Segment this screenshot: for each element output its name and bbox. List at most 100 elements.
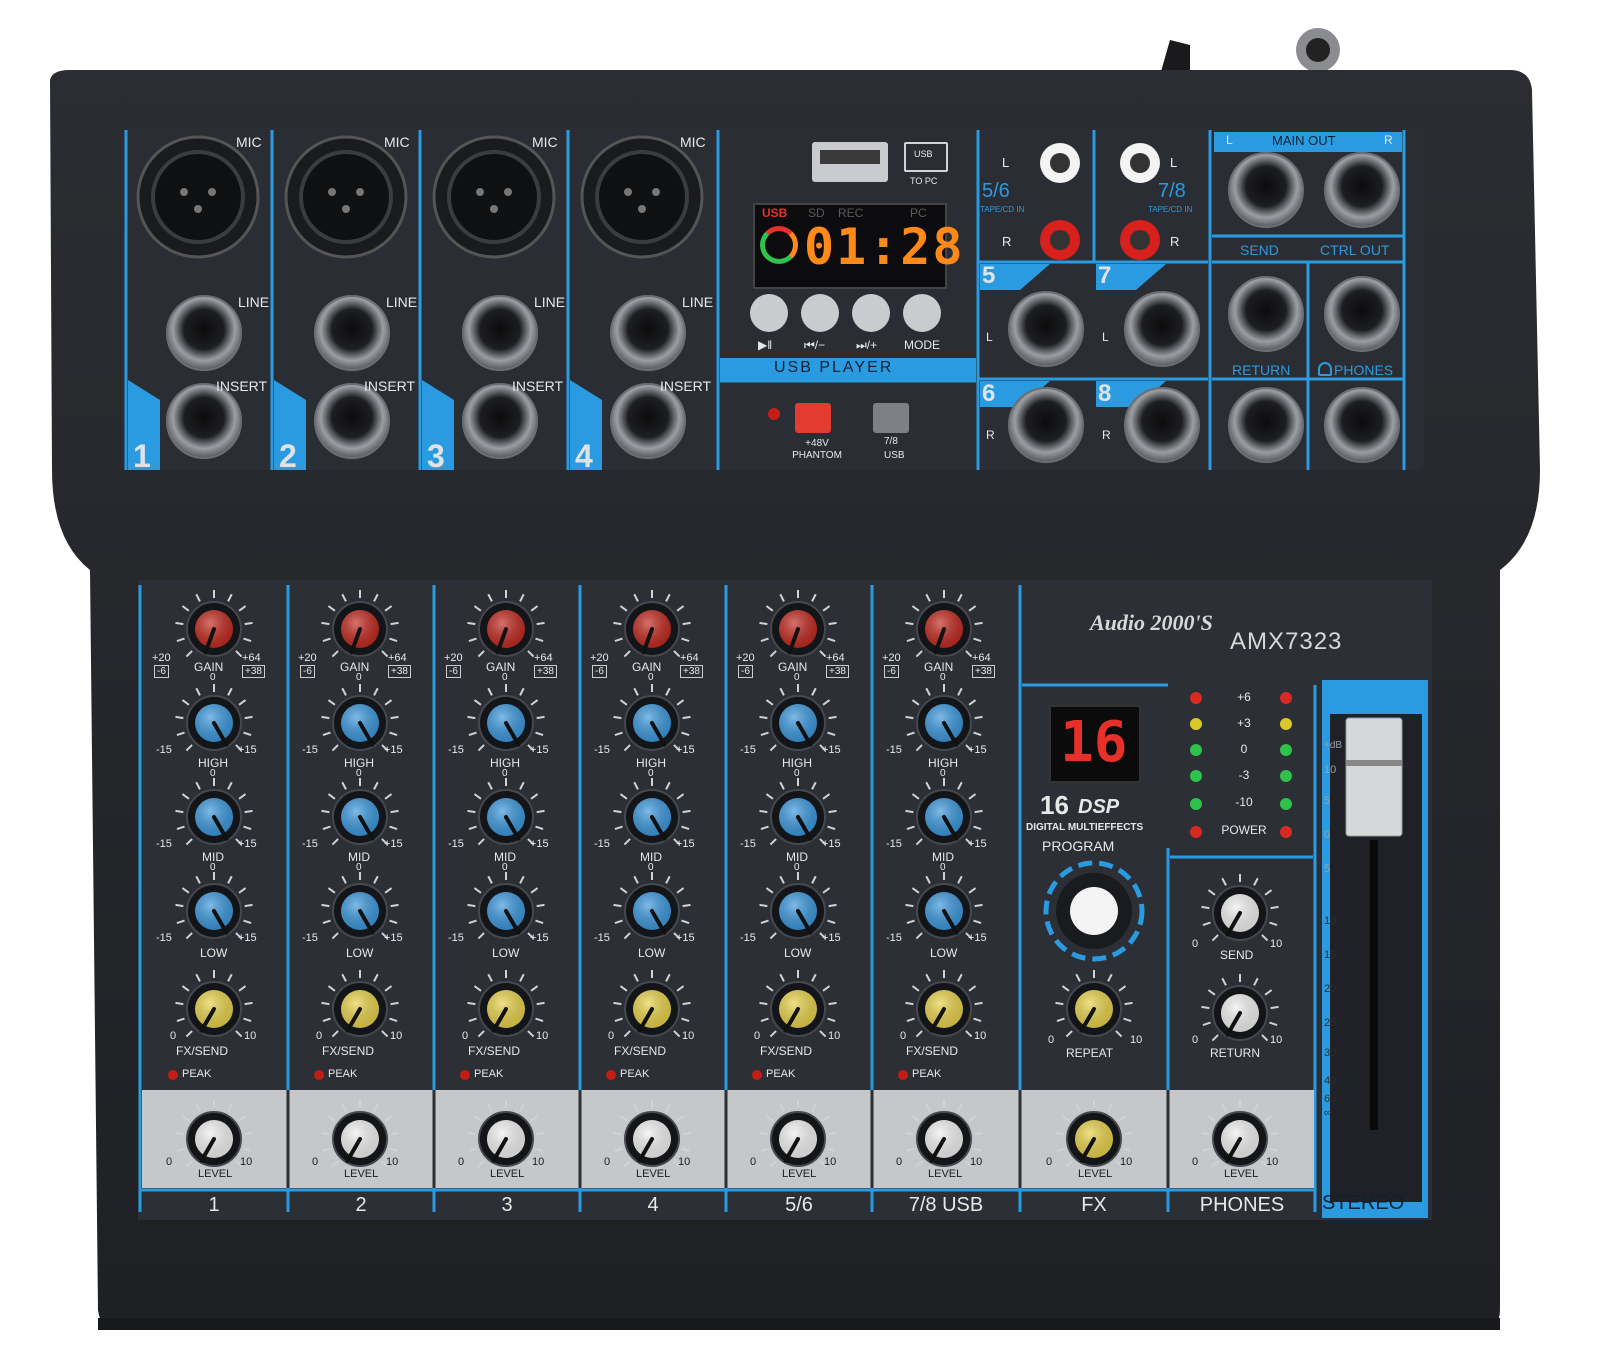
mid-eq-knob[interactable] xyxy=(759,778,837,846)
ch3-number: 3 xyxy=(427,438,445,474)
low-eq-knob[interactable] xyxy=(613,872,691,940)
source-select-switch[interactable] xyxy=(873,403,909,433)
next-label: ⏭/+ xyxy=(856,338,878,352)
high-eq-knob[interactable] xyxy=(905,684,983,752)
mid-max-label: +15 xyxy=(238,838,257,850)
high-min-label: -15 xyxy=(448,744,464,756)
fx-send-label: FX/SEND xyxy=(906,1044,959,1058)
high-eq-knob[interactable] xyxy=(759,684,837,752)
phantom-power-switch[interactable] xyxy=(795,403,831,433)
mid-eq-knob[interactable] xyxy=(175,778,253,846)
fader-scale-mark: ∞ xyxy=(1324,1107,1332,1119)
stereo-78-r-label: R xyxy=(1102,428,1111,442)
previous-button[interactable] xyxy=(801,294,839,332)
low-eq-knob[interactable] xyxy=(175,872,253,940)
gain-max-label: +64 xyxy=(680,652,699,664)
mid-zero-label: 0 xyxy=(794,768,800,779)
fx-send-knob[interactable] xyxy=(321,970,399,1038)
gain-max-label: +64 xyxy=(388,652,407,664)
fx-return-master-knob[interactable] xyxy=(1201,974,1279,1042)
play-pause-button[interactable] xyxy=(750,294,788,332)
fx-send-knob[interactable] xyxy=(613,970,691,1038)
gain-max-pad-label: +38 xyxy=(242,665,265,678)
gain-knob[interactable] xyxy=(613,590,691,658)
gain-min-label: +20 xyxy=(444,652,463,664)
high-eq-knob[interactable] xyxy=(321,684,399,752)
return-max: 10 xyxy=(1270,1034,1283,1046)
tape-56-label: 5/6 xyxy=(982,180,1010,202)
mid-zero-label: 0 xyxy=(940,768,946,779)
mid-max-label: +15 xyxy=(530,838,549,850)
gain-knob[interactable] xyxy=(905,590,983,658)
mode-label: MODE xyxy=(904,338,940,352)
gain-label: GAIN xyxy=(778,660,808,674)
level-label: LEVEL xyxy=(344,1168,379,1180)
fx-send-master-knob[interactable] xyxy=(1201,874,1279,942)
fader-scale-mark: +dB xyxy=(1324,740,1343,751)
mid-eq-knob[interactable] xyxy=(321,778,399,846)
to-pc-label: TO PC xyxy=(910,176,938,186)
fx-send-knob[interactable] xyxy=(905,970,983,1038)
gain-zero-label: 0 xyxy=(648,672,654,683)
low-min-label: -15 xyxy=(886,932,902,944)
ch2-insert-label: INSERT xyxy=(364,378,416,394)
mid-eq-knob[interactable] xyxy=(467,778,545,846)
low-eq-knob[interactable] xyxy=(759,872,837,940)
previous-label: ⏮/− xyxy=(804,338,826,352)
fx-send-label: FX/SEND xyxy=(468,1044,521,1058)
peak-label: PEAK xyxy=(912,1068,942,1080)
mid-min-label: -15 xyxy=(886,838,902,850)
low-max-label: +15 xyxy=(238,932,257,944)
mode-button[interactable] xyxy=(903,294,941,332)
fader-scale-mark: 5 xyxy=(1324,795,1331,807)
channel-label: PHONES xyxy=(1199,1194,1285,1216)
tape-left-r-label: R xyxy=(1002,234,1012,249)
gain-knob[interactable] xyxy=(175,590,253,658)
dsp-description: DIGITAL MULTIEFFECTS xyxy=(1026,822,1144,833)
phantom-label: +48V PHANTOM xyxy=(792,438,842,461)
return-min: 0 xyxy=(1192,1034,1199,1046)
high-eq-knob[interactable] xyxy=(175,684,253,752)
channel-label: 5/6 xyxy=(785,1194,813,1216)
low-eq-knob[interactable] xyxy=(467,872,545,940)
fx-level-label: LEVEL xyxy=(1078,1168,1113,1180)
fx-send-knob[interactable] xyxy=(759,970,837,1038)
fx-send-label: FX/SEND xyxy=(322,1044,375,1058)
gain-knob[interactable] xyxy=(759,590,837,658)
fx-send-knob[interactable] xyxy=(467,970,545,1038)
ch4-mic-label: MIC xyxy=(680,134,706,150)
high-eq-knob[interactable] xyxy=(467,684,545,752)
low-max-label: +15 xyxy=(530,932,549,944)
gain-knob[interactable] xyxy=(467,590,545,658)
gain-knob[interactable] xyxy=(321,590,399,658)
send-max: 10 xyxy=(1270,938,1283,950)
gain-max-pad-label: +38 xyxy=(534,665,557,678)
fx-send-knob[interactable] xyxy=(175,970,253,1038)
repeat-knob[interactable] xyxy=(1055,970,1133,1038)
repeat-label: REPEAT xyxy=(1066,1046,1114,1060)
mid-eq-knob[interactable] xyxy=(905,778,983,846)
source-top-label: 7/8 xyxy=(884,436,898,447)
gain-label: GAIN xyxy=(340,660,370,674)
main-out-label: MAIN OUT xyxy=(1272,133,1336,148)
program-knob[interactable] xyxy=(1056,873,1132,949)
peak-led xyxy=(168,1070,178,1080)
level-label: LEVEL xyxy=(198,1168,233,1180)
fx-min-label: 0 xyxy=(608,1030,615,1042)
fx-send-label: FX/SEND xyxy=(176,1044,229,1058)
fx-max-label: 10 xyxy=(536,1030,549,1042)
low-eq-knob[interactable] xyxy=(321,872,399,940)
low-eq-knob[interactable] xyxy=(905,872,983,940)
main-out-l-label: L xyxy=(1226,133,1233,147)
mid-max-label: +15 xyxy=(968,838,987,850)
stereo-fader-cap[interactable] xyxy=(1346,718,1402,836)
fader-scale-mark: 5 xyxy=(1324,863,1331,875)
high-eq-knob[interactable] xyxy=(613,684,691,752)
mid-eq-knob[interactable] xyxy=(613,778,691,846)
tape-left-l-label: L xyxy=(1002,155,1010,170)
gain-min-label: +20 xyxy=(152,652,171,664)
next-button[interactable] xyxy=(852,294,890,332)
ch3-insert-label: INSERT xyxy=(512,378,564,394)
usb-time-display: 01:28 xyxy=(804,218,965,276)
low-max-label: +15 xyxy=(384,932,403,944)
